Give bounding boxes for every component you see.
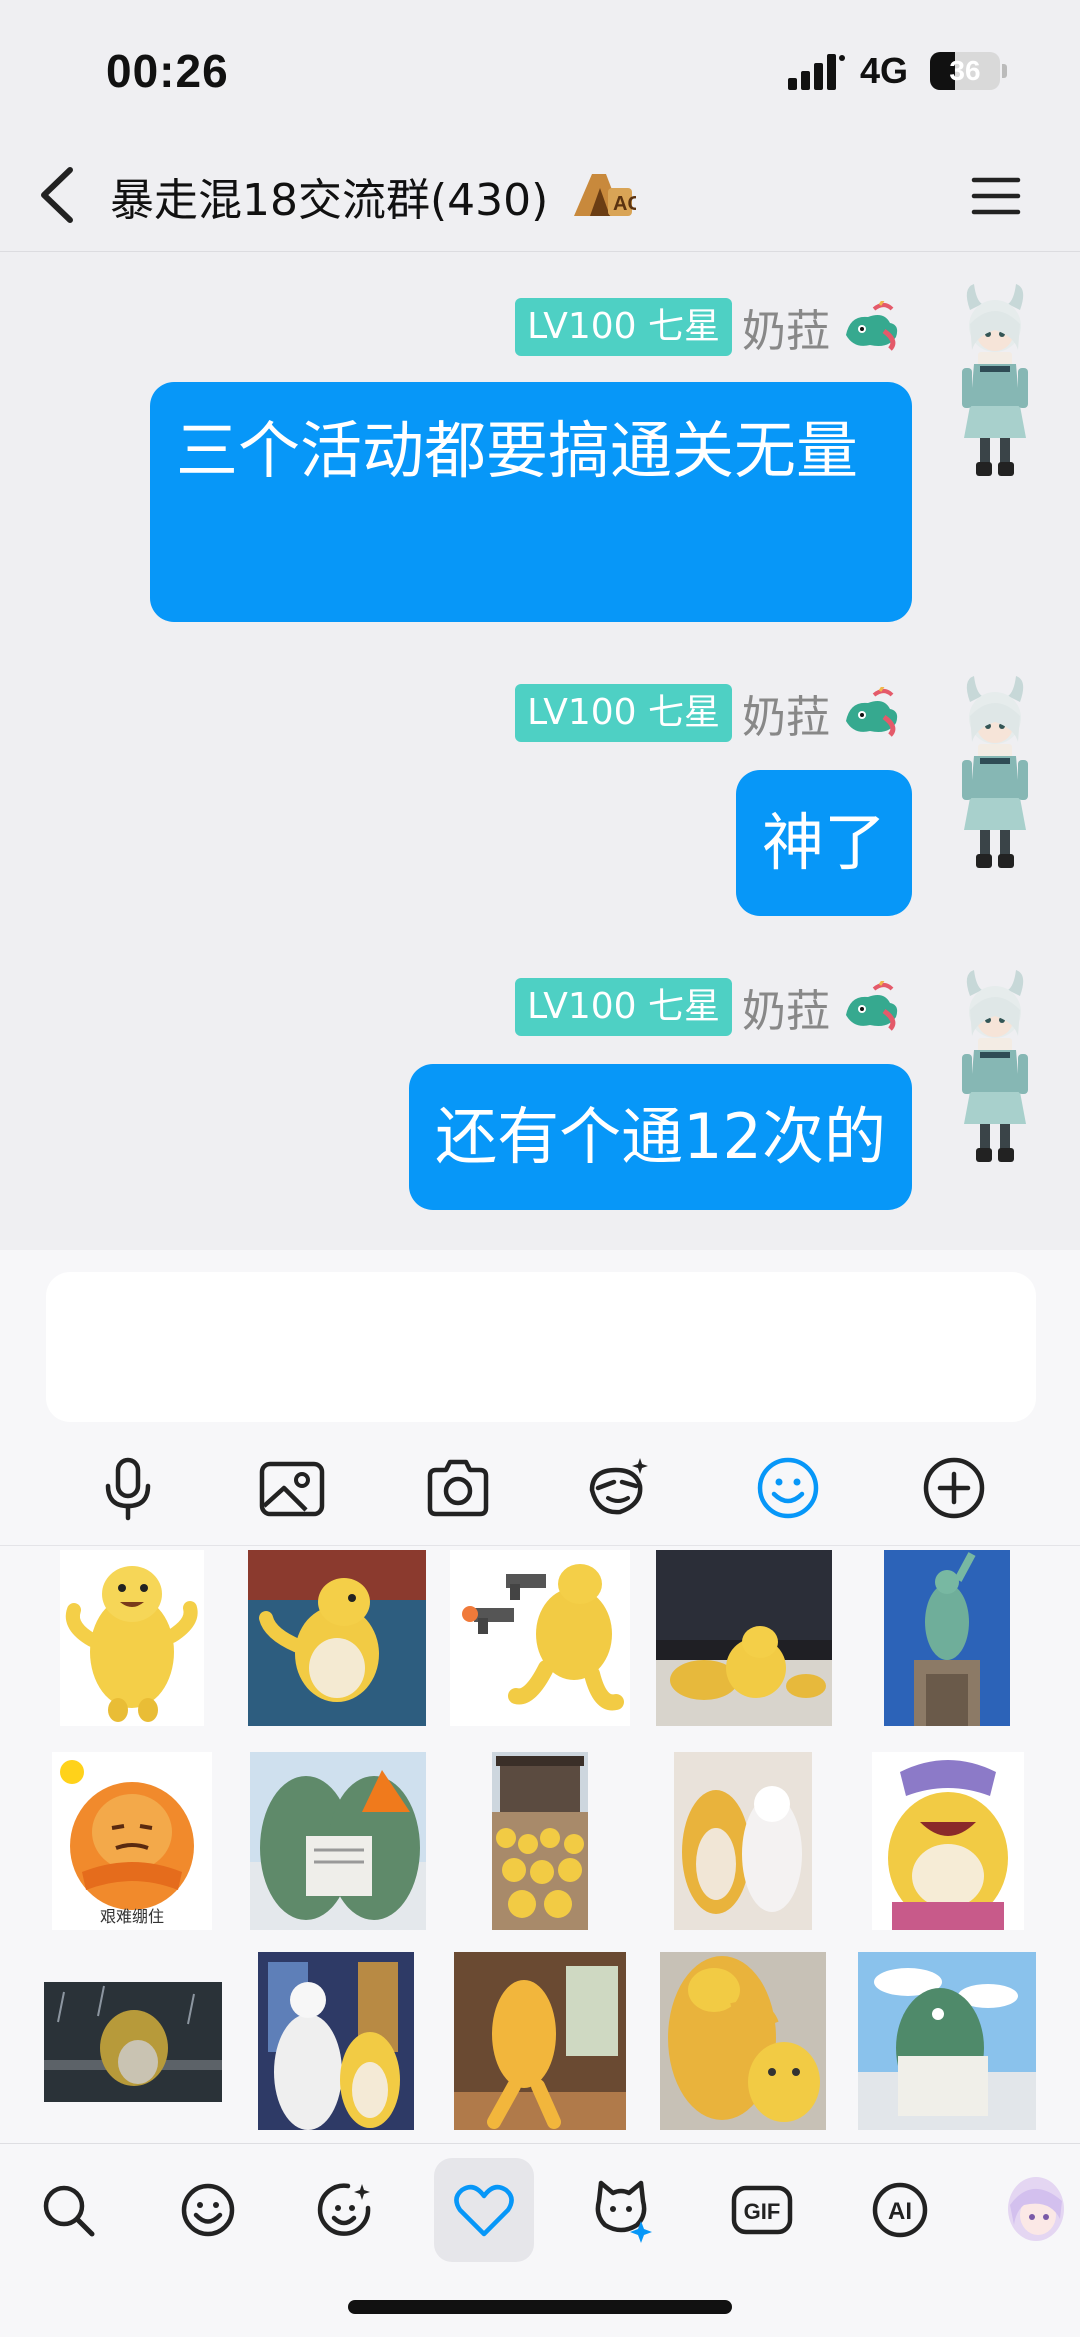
sticker-blob-room[interactable] (454, 1952, 626, 2130)
sticker-grid: 艰难绷住 (0, 1545, 1080, 2143)
message-text: 神了 (761, 806, 886, 879)
sparkle-face-icon (317, 2183, 371, 2236)
search-icon (43, 2185, 95, 2237)
tab-ai[interactable]: AI (850, 2158, 950, 2262)
gif-icon: GIF (731, 2185, 793, 2235)
dragon-badge-icon (840, 981, 902, 1033)
sticker-frog-newspaper-2[interactable] (858, 1952, 1036, 2130)
tab-characters[interactable] (572, 2158, 672, 2262)
message-text: 三个活动都要搞通关无量 (176, 414, 859, 487)
emoji-icon[interactable] (752, 1452, 824, 1524)
gif-label: GIF (744, 2199, 781, 2224)
camera-icon[interactable] (422, 1452, 494, 1524)
sticker-blob-duo[interactable] (674, 1752, 812, 1930)
tab-gif[interactable]: GIF (712, 2158, 812, 2262)
sticker-blob-laughing[interactable] (872, 1752, 1024, 1930)
dragon-badge-icon (840, 687, 902, 739)
sender-nickname[interactable]: 奶菈 (742, 975, 830, 1039)
network-type: 4G (860, 50, 909, 91)
sender-line: LV100 七星 奶菈 (515, 975, 902, 1039)
ace-badge-text: ACE (613, 193, 636, 215)
sticker-crowd-gate[interactable] (492, 1752, 588, 1930)
status-bar: 00:26 4G 36 (0, 0, 1080, 140)
user-avatar[interactable] (940, 956, 1050, 1176)
tab-stickers[interactable] (296, 2158, 396, 2262)
sender-nickname[interactable]: 奶菈 (742, 681, 830, 745)
back-icon[interactable] (30, 160, 90, 230)
status-time: 00:26 (106, 45, 229, 97)
sticker-blob-dancing[interactable] (248, 1550, 426, 1726)
home-indicator[interactable] (348, 2300, 732, 2314)
message-bubble[interactable]: 还有个通12次的 (409, 1064, 912, 1210)
sticker-caption: 艰难绷住 (100, 1907, 164, 1926)
signal-icon (788, 54, 845, 90)
emoji-icon (181, 2183, 235, 2237)
message-bubble[interactable]: 神了 (735, 770, 912, 916)
sticker-search-icon[interactable] (584, 1452, 656, 1524)
level-badge: LV100 七星 (515, 684, 732, 742)
sticker-llama-blob[interactable] (258, 1952, 414, 2130)
ai-icon: AI (872, 2182, 928, 2238)
sender-line: LV100 七星 奶菈 (515, 681, 902, 745)
dragon-badge-icon (840, 301, 902, 353)
sticker-blob-whisper[interactable] (660, 1952, 826, 2130)
microphone-icon[interactable] (92, 1452, 164, 1524)
sender-nickname[interactable]: 奶菈 (742, 295, 830, 359)
user-avatar[interactable] (940, 270, 1050, 490)
ai-label: AI (888, 2198, 912, 2225)
cat-star-icon (595, 2180, 652, 2243)
composer-area (0, 1250, 1080, 1550)
message-input[interactable] (46, 1272, 1036, 1422)
battery-level: 36 (949, 55, 981, 86)
tab-favorites[interactable] (434, 2158, 534, 2262)
battery-indicator: 36 (930, 52, 1000, 90)
battery-cap (1002, 64, 1007, 78)
sticker-blob-sun[interactable]: 艰难绷住 (52, 1752, 212, 1930)
user-avatar[interactable] (940, 662, 1050, 882)
level-badge: LV100 七星 (515, 978, 732, 1036)
heart-icon (454, 2184, 514, 2237)
chat-header: 暴走混18交流群(430) ACE (0, 140, 1080, 252)
avatar-icon (1008, 2177, 1064, 2241)
message-bubble[interactable]: 三个活动都要搞通关无量 (150, 382, 912, 622)
image-icon[interactable] (256, 1452, 328, 1524)
sticker-frogs-newspaper[interactable] (250, 1752, 426, 1930)
sticker-blob-guns[interactable] (450, 1550, 630, 1726)
sticker-blob-rain[interactable] (44, 1982, 222, 2102)
chat-title: 暴走混18交流群(430) (110, 175, 549, 226)
sticker-blob-ring[interactable] (656, 1550, 832, 1726)
ace-badge-icon: ACE (574, 174, 636, 216)
level-badge: LV100 七星 (515, 298, 732, 356)
sticker-liberty[interactable] (884, 1550, 1010, 1726)
plus-icon[interactable] (918, 1452, 990, 1524)
sticker-blob-waving[interactable] (60, 1550, 204, 1726)
sender-line: LV100 七星 奶菈 (515, 295, 902, 359)
message-text: 还有个通12次的 (435, 1100, 886, 1173)
menu-icon[interactable] (966, 166, 1026, 226)
tab-search[interactable] (18, 2158, 118, 2262)
tab-avatar[interactable] (988, 2158, 1080, 2262)
tab-emoji[interactable] (158, 2158, 258, 2262)
